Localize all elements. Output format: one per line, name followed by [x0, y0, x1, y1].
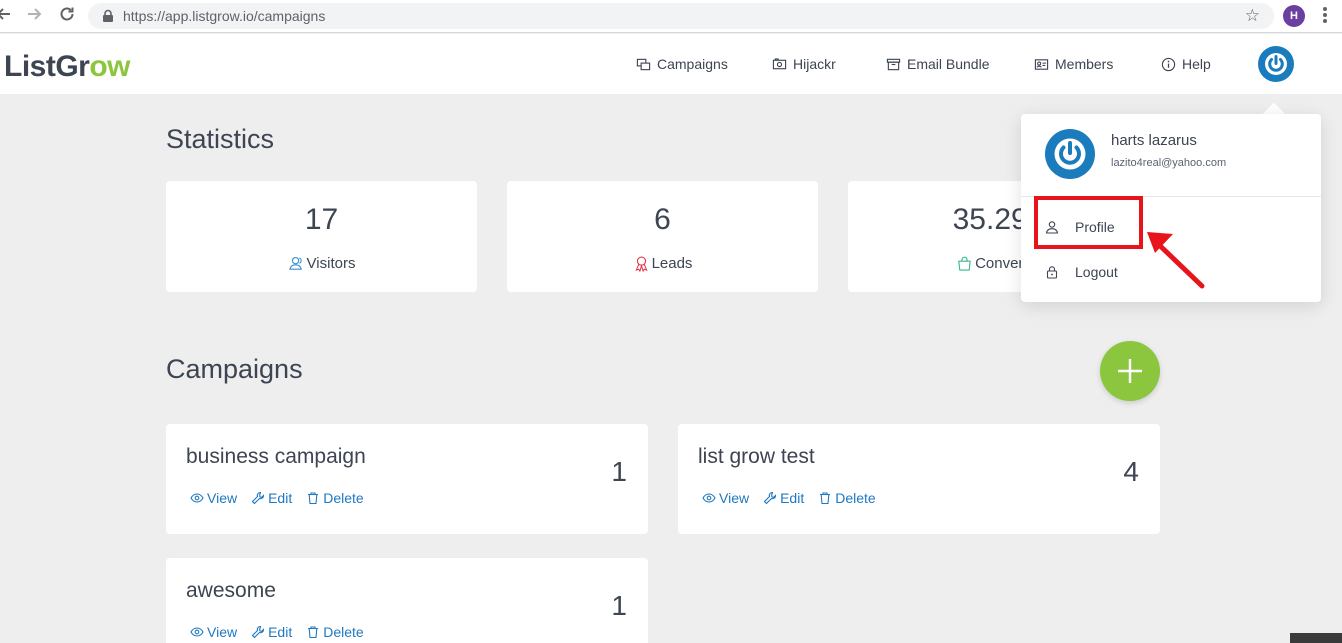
campaign-card: list grow test 4 View Edit Delete: [678, 424, 1160, 534]
campaign-actions: View Edit Delete: [702, 490, 876, 506]
nav-email-bundle[interactable]: Email Bundle: [886, 56, 990, 72]
power-icon: [1265, 53, 1287, 75]
corner-mark: [1290, 633, 1342, 643]
edit-link[interactable]: Edit: [251, 490, 292, 506]
browser-toolbar: https://app.listgrow.io/campaigns ☆ H: [0, 0, 1342, 33]
info-icon: [1161, 57, 1176, 71]
stat-label: Visitors: [166, 255, 477, 272]
lock-icon: [103, 9, 113, 22]
trash-icon: [820, 492, 831, 505]
logout-menu-item[interactable]: Logout: [1045, 264, 1118, 280]
hijackr-icon: [772, 57, 787, 69]
dropdown-avatar: [1045, 129, 1095, 179]
campaign-name: awesome: [186, 579, 276, 602]
trash-icon: [308, 492, 319, 505]
lock-icon: [1046, 266, 1058, 279]
view-link[interactable]: View: [190, 624, 237, 640]
arrow-annotation-icon: [1147, 232, 1205, 289]
wrench-icon: [251, 491, 265, 505]
eye-icon: [190, 493, 204, 503]
delete-link[interactable]: Delete: [306, 624, 364, 640]
eye-icon: [702, 493, 716, 503]
view-link[interactable]: View: [702, 490, 749, 506]
campaign-actions: View Edit Delete: [190, 624, 364, 640]
campaign-count: 4: [1123, 456, 1139, 487]
highlight-box: [1034, 196, 1143, 249]
plus-icon: [1118, 359, 1142, 383]
campaigns-title: Campaigns: [166, 354, 303, 384]
listgrow-logo[interactable]: ListGrow: [4, 50, 131, 84]
campaign-name: business campaign: [186, 445, 366, 468]
url-text: https://app.listgrow.io/campaigns: [123, 8, 326, 24]
statistics-title: Statistics: [166, 124, 275, 154]
campaign-card: business campaign 1 View Edit Delete: [166, 424, 648, 534]
browser-menu-icon[interactable]: [1323, 7, 1329, 25]
bag-icon: [958, 256, 971, 271]
edit-link[interactable]: Edit: [763, 490, 804, 506]
reload-icon[interactable]: [55, 5, 79, 27]
trash-icon: [308, 626, 319, 639]
users-icon: [288, 256, 302, 270]
stat-card-visitors: 17 Visitors: [166, 181, 477, 292]
nav-members[interactable]: Members: [1034, 56, 1113, 72]
campaigns-icon: [636, 58, 651, 70]
ribbon-icon: [634, 256, 648, 272]
delete-link[interactable]: Delete: [306, 490, 364, 506]
browser-profile-avatar[interactable]: H: [1283, 5, 1305, 27]
user-name: harts lazarus: [1111, 132, 1197, 149]
id-card-icon: [1034, 58, 1049, 70]
nav-hijackr[interactable]: Hijackr: [772, 56, 836, 72]
user-avatar-button[interactable]: [1258, 46, 1294, 82]
address-bar[interactable]: https://app.listgrow.io/campaigns ☆: [88, 3, 1274, 29]
archive-icon: [886, 58, 901, 70]
star-icon[interactable]: ☆: [1245, 6, 1260, 26]
stat-value: 6: [654, 203, 671, 236]
eye-icon: [190, 627, 204, 637]
edit-link[interactable]: Edit: [251, 624, 292, 640]
campaign-count: 1: [611, 590, 627, 621]
campaign-name: list grow test: [698, 445, 815, 468]
wrench-icon: [763, 491, 777, 505]
stat-label: Leads: [507, 255, 818, 272]
power-icon: [1054, 138, 1086, 170]
campaign-count: 1: [611, 456, 627, 487]
app-header: ListGrow Campaigns Hijackr Email Bundle …: [0, 34, 1342, 94]
add-campaign-button[interactable]: [1100, 341, 1160, 401]
forward-icon[interactable]: [22, 5, 46, 27]
stat-card-leads: 6 Leads: [507, 181, 818, 292]
campaign-actions: View Edit Delete: [190, 490, 364, 506]
delete-link[interactable]: Delete: [818, 490, 876, 506]
user-email: lazito4real@yahoo.com: [1111, 157, 1227, 169]
campaign-card: awesome 1 View Edit Delete: [166, 558, 648, 643]
wrench-icon: [251, 625, 265, 639]
stat-value: 17: [304, 203, 339, 236]
view-link[interactable]: View: [190, 490, 237, 506]
back-icon[interactable]: [0, 5, 16, 27]
nav-campaigns[interactable]: Campaigns: [636, 56, 728, 72]
nav-help[interactable]: Help: [1161, 56, 1211, 72]
